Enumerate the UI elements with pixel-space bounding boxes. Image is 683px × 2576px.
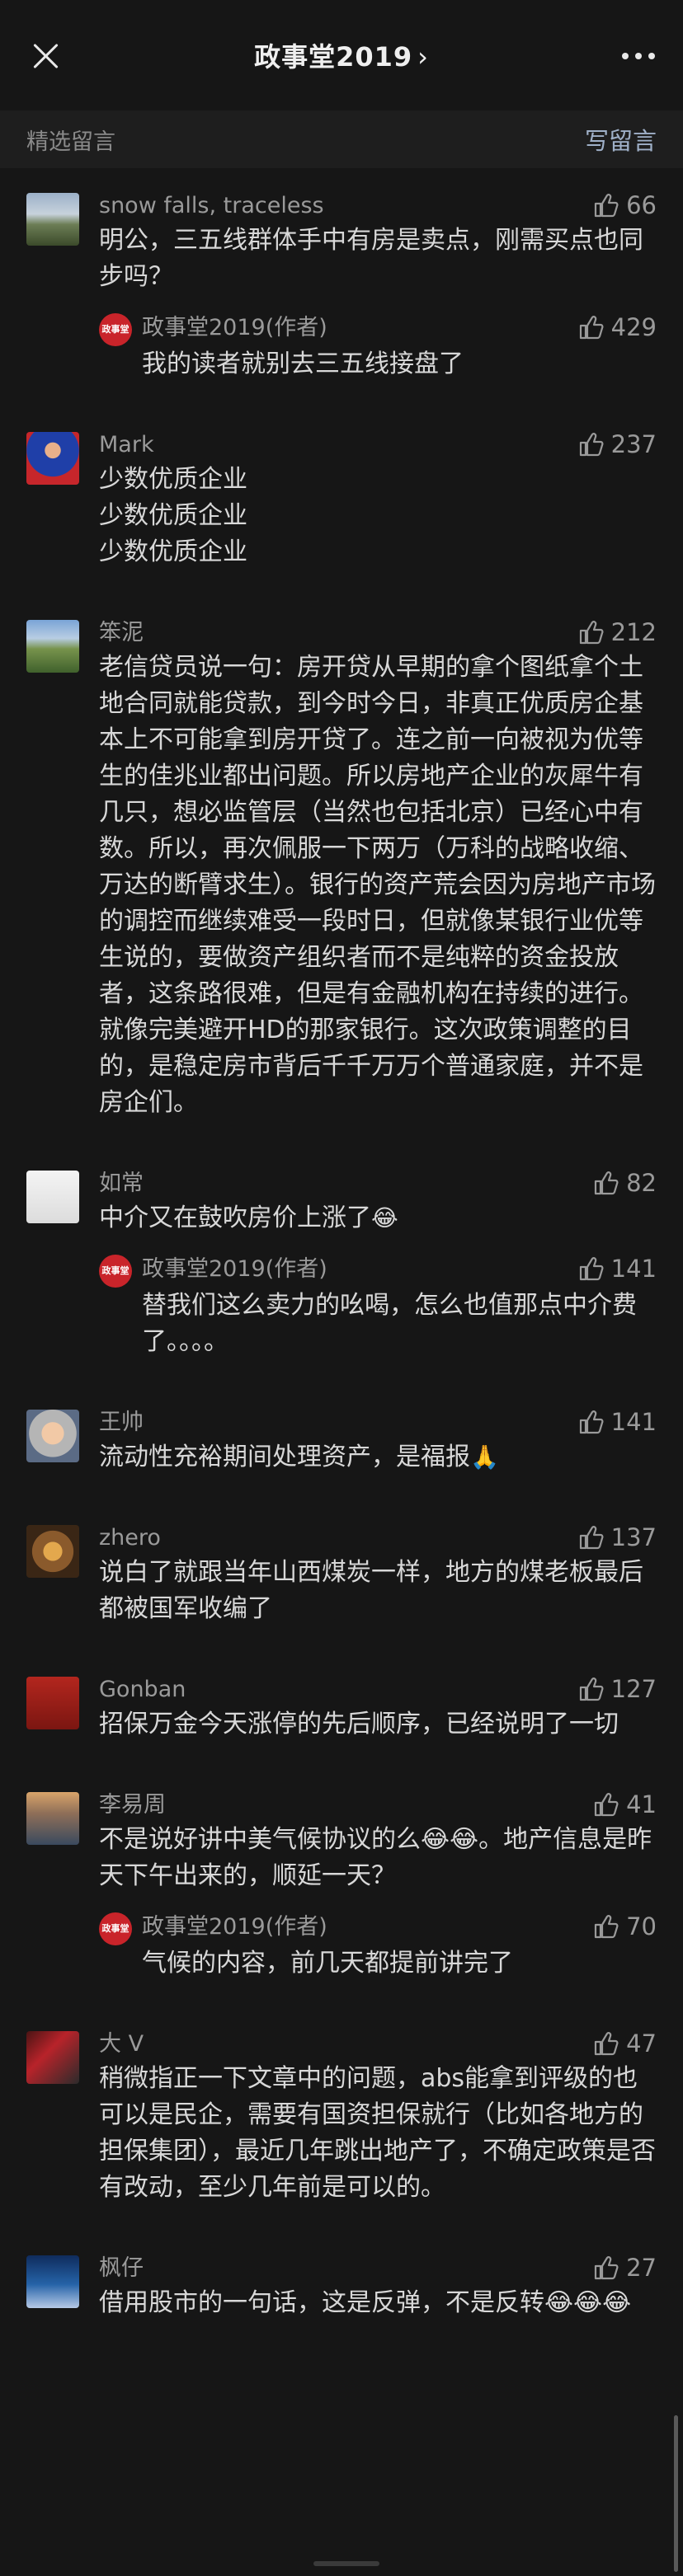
like-count: 66: [626, 191, 657, 219]
author-reply: 政事堂 141 政事堂2019(作者) 替我们这么卖力的吆喝，怎么也值那点中介费了。。…: [99, 1251, 657, 1360]
comment-item[interactable]: 137 zhero 说白了就跟当年山西煤炭一样，地方的煤老板最后都被国军收编了: [0, 1500, 683, 1652]
avatar[interactable]: [26, 1677, 79, 1729]
thumb-up-icon[interactable]: [578, 315, 605, 340]
chevron-right-icon[interactable]: ›: [417, 41, 429, 73]
comment-item[interactable]: 237 Mark 少数优质企业 少数优质企业 少数优质企业: [0, 407, 683, 595]
comment-text: 说白了就跟当年山西煤炭一样，地方的煤老板最后都被国军收编了: [99, 1558, 643, 1623]
comment-text: 流动性充裕期间处理资产，是福报🙏: [99, 1439, 657, 1476]
comment-item[interactable]: 82 如常 中介又在鼓吹房价上涨了😂 政事堂 141 政事堂2019(作者) 替我们这么卖力…: [0, 1146, 683, 1385]
author-reply: 政事堂 429 政事堂2019(作者) 我的读者就别去三五线接盘了: [99, 310, 657, 382]
author-avatar[interactable]: 政事堂: [99, 1912, 132, 1945]
like-button[interactable]: 47: [593, 2029, 657, 2058]
author-name[interactable]: 政事堂2019(作者): [142, 1909, 657, 1945]
thumb-up-icon[interactable]: [593, 1914, 619, 1939]
write-comment-button[interactable]: 写留言: [585, 122, 657, 157]
reply-like-count: 70: [626, 1912, 657, 1940]
account-title-text[interactable]: 政事堂2019: [254, 41, 412, 73]
comment-item[interactable]: 41 李易周 不是说好讲中美气候协议的么😂😂。地产信息是昨天下午出来的，顺延一天？政…: [0, 1767, 683, 2006]
comment-text: 稍微指正一下文章中的问题，abs能拿到评级的也可以是民企，需要有国资担保就行（比…: [99, 2064, 656, 2202]
like-button[interactable]: 237: [578, 430, 657, 458]
like-button[interactable]: 212: [578, 618, 657, 646]
thumb-up-icon[interactable]: [593, 2031, 619, 2056]
like-count: 212: [610, 618, 657, 646]
scrollbar[interactable]: [674, 2415, 678, 2572]
like-button[interactable]: 66: [593, 191, 657, 219]
thumb-up-icon[interactable]: [593, 1171, 619, 1195]
comment-item[interactable]: 212 笨泥 老信贷员说一句：房开贷从早期的拿个图纸拿个土地合同就能贷款，到今时今日…: [0, 595, 683, 1146]
featured-comments-header: 精选留言 写留言: [0, 110, 683, 168]
comment-text: 明公，三五线群体手中有房是卖点，刚需买点也同步吗？: [99, 226, 643, 291]
more-icon[interactable]: [622, 53, 655, 59]
thumb-up-icon[interactable]: [578, 1525, 605, 1550]
comment-text: 少数优质企业 少数优质企业 少数优质企业: [99, 465, 247, 566]
thumb-up-icon[interactable]: [578, 432, 605, 457]
reply-text: 我的读者就别去三五线接盘了: [142, 350, 464, 378]
reply-text: 气候的内容，前几天都提前讲完了: [142, 1949, 513, 1978]
comment-text: 老信贷员说一句：房开贷从早期的拿个图纸拿个土地合同就能贷款，到今时今日，非真正优…: [99, 653, 656, 1117]
comment-item[interactable]: 141 王帅 流动性充裕期间处理资产，是福报🙏: [0, 1385, 683, 1500]
like-count: 41: [626, 1790, 657, 1818]
top-bar: 政事堂2019 ›: [0, 0, 683, 110]
comment-text: 不是说好讲中美气候协议的么😂😂。地产信息是昨天下午出来的，顺延一天？: [99, 1825, 652, 1890]
emoji-icon: 🙏: [470, 1443, 499, 1471]
home-indicator: [313, 2561, 379, 2566]
author-avatar[interactable]: 政事堂: [99, 313, 132, 346]
featured-comments-label: 精选留言: [26, 129, 115, 155]
comment-item[interactable]: 127 Gonban 招保万金今天涨停的先后顺序，已经说明了一切: [0, 1652, 683, 1767]
like-count: 141: [610, 1408, 657, 1436]
avatar[interactable]: [26, 1171, 79, 1223]
like-button[interactable]: 127: [578, 1675, 657, 1703]
avatar[interactable]: [26, 1410, 79, 1462]
comment-text: 中介又在鼓吹房价上涨了😂: [99, 1200, 657, 1236]
like-button[interactable]: 27: [593, 2254, 657, 2282]
emoji-icon: 😂: [371, 1204, 398, 1232]
reply-like-button[interactable]: 70: [593, 1912, 657, 1940]
avatar[interactable]: [26, 2031, 79, 2084]
like-count: 27: [626, 2254, 657, 2282]
comment-item[interactable]: 47 大 V 稍微指正一下文章中的问题，abs能拿到评级的也可以是民企，需要有国资担…: [0, 2006, 683, 2231]
reply-like-count: 429: [610, 313, 657, 341]
comment-item[interactable]: 66 snow falls, traceless 明公，三五线群体手中有房是卖点，刚…: [0, 168, 683, 407]
like-count: 82: [626, 1169, 657, 1197]
reply-like-count: 141: [610, 1255, 657, 1283]
thumb-up-icon[interactable]: [578, 1256, 605, 1281]
like-button[interactable]: 141: [578, 1408, 657, 1436]
like-button[interactable]: 137: [578, 1523, 657, 1551]
thumb-up-icon[interactable]: [593, 1792, 619, 1817]
like-count: 137: [610, 1523, 657, 1551]
like-count: 237: [610, 430, 657, 458]
avatar[interactable]: [26, 2255, 79, 2308]
avatar[interactable]: [26, 193, 79, 246]
avatar[interactable]: [26, 1525, 79, 1578]
author-avatar[interactable]: 政事堂: [99, 1255, 132, 1288]
author-reply: 政事堂 70 政事堂2019(作者) 气候的内容，前几天都提前讲完了: [99, 1909, 657, 1982]
reply-like-button[interactable]: 429: [578, 313, 657, 341]
avatar[interactable]: [26, 1792, 79, 1845]
reply-text: 替我们这么卖力的吆喝，怎么也值那点中介费了。。。。: [142, 1291, 637, 1356]
like-button[interactable]: 41: [593, 1790, 657, 1818]
thumb-up-icon[interactable]: [578, 1410, 605, 1434]
comment-text: 借用股市的一句话，这是反弹，不是反转😂😂😂: [99, 2288, 632, 2317]
like-button[interactable]: 82: [593, 1169, 657, 1197]
thumb-up-icon[interactable]: [578, 620, 605, 645]
reply-like-button[interactable]: 141: [578, 1255, 657, 1283]
comment-list: 66 snow falls, traceless 明公，三五线群体手中有房是卖点，刚…: [0, 168, 683, 2346]
like-count: 127: [610, 1675, 657, 1703]
thumb-up-icon[interactable]: [593, 2255, 619, 2280]
avatar[interactable]: [26, 432, 79, 485]
like-count: 47: [626, 2029, 657, 2058]
thumb-up-icon[interactable]: [593, 193, 619, 218]
thumb-up-icon[interactable]: [578, 1677, 605, 1701]
avatar[interactable]: [26, 620, 79, 673]
comment-text: 招保万金今天涨停的先后顺序，已经说明了一切: [99, 1710, 619, 1738]
account-title[interactable]: 政事堂2019 ›: [0, 36, 683, 74]
comment-item[interactable]: 27 枫仔 借用股市的一句话，这是反弹，不是反转😂😂😂: [0, 2231, 683, 2346]
